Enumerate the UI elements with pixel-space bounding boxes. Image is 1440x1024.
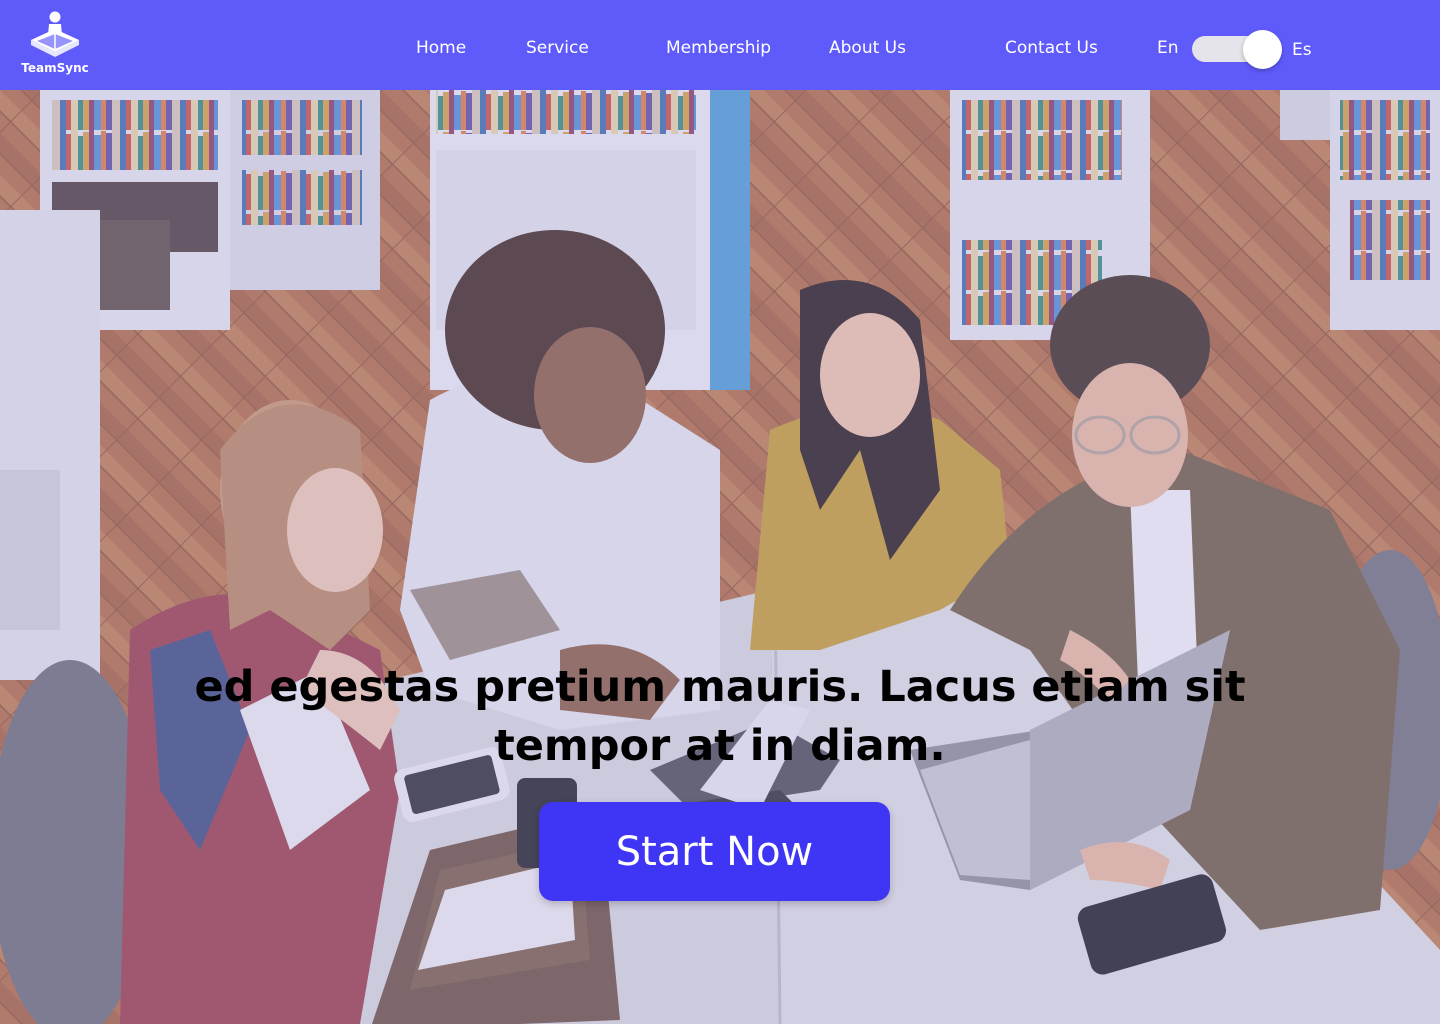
language-label-en: En	[1157, 38, 1179, 58]
person-reading-book-icon	[31, 11, 79, 57]
language-toggle-knob[interactable]	[1243, 30, 1282, 69]
brand-logo[interactable]: TeamSync	[18, 10, 92, 78]
nav-about-us[interactable]: About Us	[829, 38, 906, 58]
nav-service[interactable]: Service	[526, 38, 589, 58]
nav-home[interactable]: Home	[416, 38, 466, 58]
language-label-es: Es	[1292, 40, 1312, 60]
top-navbar: TeamSync Home Service Membership About U…	[0, 0, 1440, 90]
nav-contact-us[interactable]: Contact Us	[1005, 38, 1098, 58]
hero-section: ed egestas pretium mauris. Lacus etiam s…	[0, 90, 1440, 1024]
hero-heading: ed egestas pretium mauris. Lacus etiam s…	[194, 662, 1246, 771]
brand-name: TeamSync	[21, 61, 89, 75]
nav-membership[interactable]: Membership	[666, 38, 771, 58]
start-now-button[interactable]: Start Now	[539, 802, 890, 901]
